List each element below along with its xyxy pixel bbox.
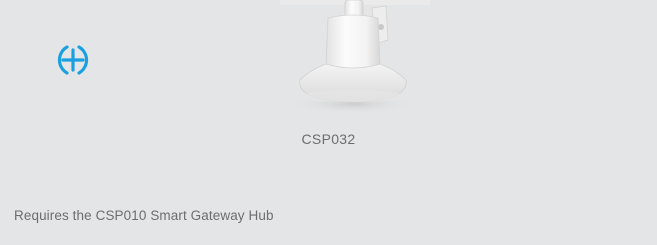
product-card: CSP032 Requires the CSP010 Smart Gateway… [0,0,657,245]
plus-circle-icon [54,41,92,79]
product-image [280,0,430,118]
product-requirement-note: Requires the CSP010 Smart Gateway Hub [14,208,274,223]
product-code: CSP032 [301,131,356,147]
add-product-button[interactable] [54,41,92,79]
